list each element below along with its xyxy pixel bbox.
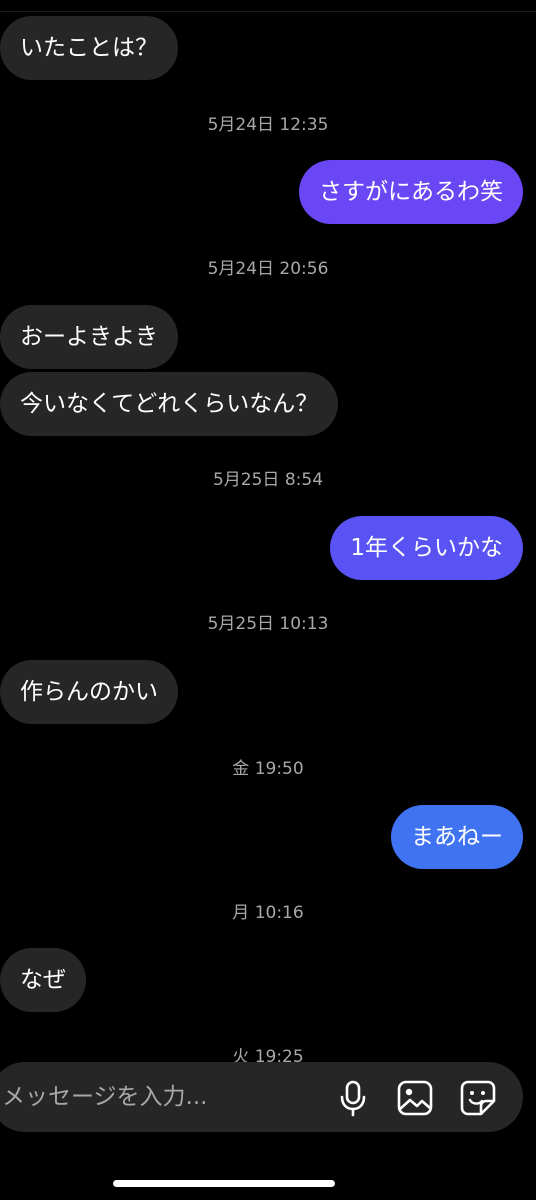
- incoming-message-bubble[interactable]: 今いなくてどれくらいなん？: [0, 372, 339, 436]
- message-timestamp: 月 10:16: [232, 903, 304, 923]
- home-indicator[interactable]: [113, 1180, 335, 1187]
- gallery-icon[interactable]: [396, 1079, 434, 1117]
- outgoing-message-bubble[interactable]: まあねー: [391, 805, 523, 869]
- outgoing-message-bubble[interactable]: さすがにあるわ笑: [299, 160, 523, 224]
- incoming-message-bubble[interactable]: 作らんのかい: [0, 660, 178, 724]
- message-timestamp: 金 19:50: [232, 759, 304, 779]
- message-composer: メッセージを入力...: [0, 1062, 523, 1132]
- header-divider: [0, 11, 536, 12]
- incoming-message-bubble[interactable]: おーよきよき: [0, 305, 178, 369]
- microphone-icon[interactable]: [334, 1079, 372, 1117]
- incoming-message-bubble[interactable]: なぜ: [0, 948, 86, 1012]
- sticker-icon[interactable]: [459, 1079, 497, 1117]
- message-timestamp: 5月25日 10:13: [207, 614, 329, 634]
- incoming-message-bubble[interactable]: いたことは？: [0, 16, 178, 80]
- message-input[interactable]: メッセージを入力...: [2, 1062, 207, 1132]
- message-timestamp: 5月24日 12:35: [207, 115, 329, 135]
- message-timestamp: 5月24日 20:56: [207, 259, 329, 279]
- message-timestamp: 5月25日 8:54: [212, 470, 324, 490]
- outgoing-message-bubble[interactable]: 1年くらいかな: [330, 516, 523, 580]
